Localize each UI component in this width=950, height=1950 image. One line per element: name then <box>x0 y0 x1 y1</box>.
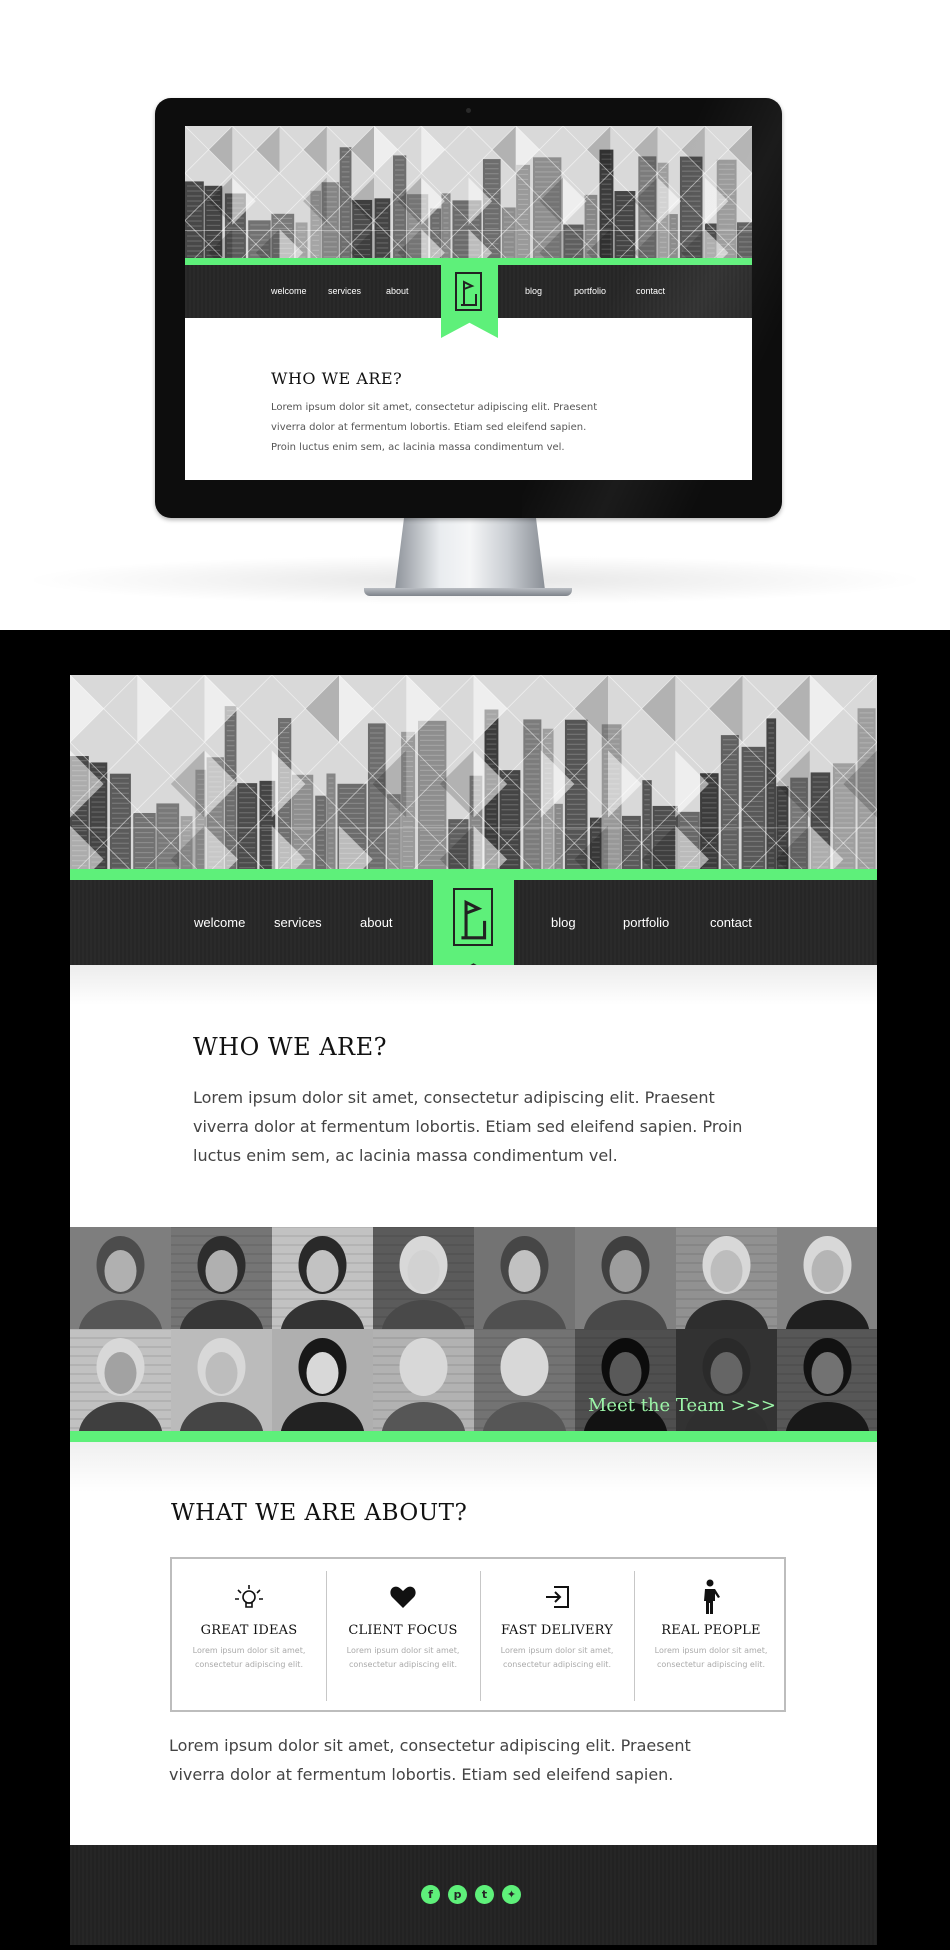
monitor-stand-base <box>364 588 572 596</box>
team-member-photo[interactable] <box>373 1329 475 1431</box>
feature-text: Lorem ipsum dolor sit amet, consectetur … <box>192 1646 306 1669</box>
footer: f p t ✦ <box>70 1845 877 1945</box>
monitor-stand <box>395 518 545 590</box>
website-page: welcome services about blog portfolio co… <box>70 675 877 1945</box>
team-member-photo[interactable] <box>676 1227 778 1329</box>
feature-text: Lorem ipsum dolor sit amet, consectetur … <box>346 1646 460 1669</box>
feature-text: Lorem ipsum dolor sit amet, consectetur … <box>500 1646 614 1669</box>
team-member-photo[interactable] <box>474 1329 576 1431</box>
features-box: GREAT IDEAS Lorem ipsum dolor sit amet, … <box>170 1557 786 1712</box>
who-title: WHO WE ARE? <box>271 369 403 388</box>
person-icon <box>634 1577 788 1617</box>
team-member-photo[interactable] <box>171 1329 273 1431</box>
nav-welcome[interactable]: welcome <box>271 286 307 296</box>
team-member-photo[interactable] <box>70 1329 172 1431</box>
team-grid[interactable]: Meet the Team >>> <box>70 1227 877 1431</box>
nav-welcome[interactable]: welcome <box>194 915 245 930</box>
team-member-photo[interactable] <box>575 1227 677 1329</box>
tumblr-icon[interactable]: t <box>475 1885 494 1904</box>
feature-title: GREAT IDEAS <box>200 1623 298 1638</box>
team-member-photo[interactable] <box>474 1227 576 1329</box>
nav-about[interactable]: about <box>386 286 409 296</box>
login-arrow-icon <box>480 1577 634 1617</box>
feature-great-ideas: GREAT IDEAS Lorem ipsum dolor sit amet, … <box>172 1571 326 1699</box>
who-section-bg <box>70 965 877 1005</box>
team-member-photo[interactable] <box>373 1227 475 1329</box>
logo-ribbon[interactable] <box>441 262 498 338</box>
team-member-photo[interactable] <box>777 1227 877 1329</box>
feature-real-people: REAL PEOPLE Lorem ipsum dolor sit amet, … <box>634 1571 788 1701</box>
flag-logo-icon <box>453 888 493 946</box>
pinterest-icon[interactable]: p <box>448 1885 467 1904</box>
monitor-mockup: welcome services about blog portfolio co… <box>0 0 950 630</box>
who-title: WHO WE ARE? <box>193 1033 388 1061</box>
full-page-backdrop: welcome services about blog portfolio co… <box>0 630 950 1950</box>
feature-title: CLIENT FOCUS <box>348 1623 458 1638</box>
about-title: WHAT WE ARE ABOUT? <box>171 1500 468 1526</box>
team-member-photo[interactable] <box>272 1329 374 1431</box>
city-image <box>70 675 877 871</box>
team-member-photo[interactable] <box>70 1227 172 1329</box>
team-member-photo[interactable] <box>171 1227 273 1329</box>
about-text: Lorem ipsum dolor sit amet, consectetur … <box>169 1736 691 1784</box>
heart-icon <box>326 1577 480 1617</box>
nav-contact[interactable]: contact <box>710 915 752 930</box>
feature-title: FAST DELIVERY <box>500 1623 614 1638</box>
camera-icon <box>466 108 471 113</box>
twitter-icon[interactable]: ✦ <box>502 1885 521 1904</box>
monitor-frame: welcome services about blog portfolio co… <box>155 98 782 518</box>
accent-stripe <box>70 1431 877 1442</box>
about-section-bg <box>70 1442 877 1492</box>
who-text: Lorem ipsum dolor sit amet, consectetur … <box>193 1088 743 1165</box>
feature-title: REAL PEOPLE <box>661 1623 761 1638</box>
nav-portfolio[interactable]: portfolio <box>623 915 669 930</box>
feature-text: Lorem ipsum dolor sit amet, consectetur … <box>654 1646 768 1669</box>
meet-team-link[interactable]: Meet the Team >>> <box>588 1395 776 1416</box>
team-member-photo[interactable] <box>272 1227 374 1329</box>
screen-gloss <box>522 98 782 518</box>
nav-blog[interactable]: blog <box>551 915 576 930</box>
nav-services[interactable]: services <box>274 915 322 930</box>
nav-about[interactable]: about <box>360 915 393 930</box>
feature-fast-delivery: FAST DELIVERY Lorem ipsum dolor sit amet… <box>480 1571 634 1701</box>
nav-services[interactable]: services <box>328 286 361 296</box>
feature-client-focus: CLIENT FOCUS Lorem ipsum dolor sit amet,… <box>326 1571 480 1701</box>
facebook-icon[interactable]: f <box>421 1885 440 1904</box>
lightbulb-icon <box>172 1577 326 1617</box>
flag-logo-icon <box>455 272 482 311</box>
team-member-photo[interactable] <box>777 1329 877 1431</box>
hero-banner <box>70 675 877 871</box>
